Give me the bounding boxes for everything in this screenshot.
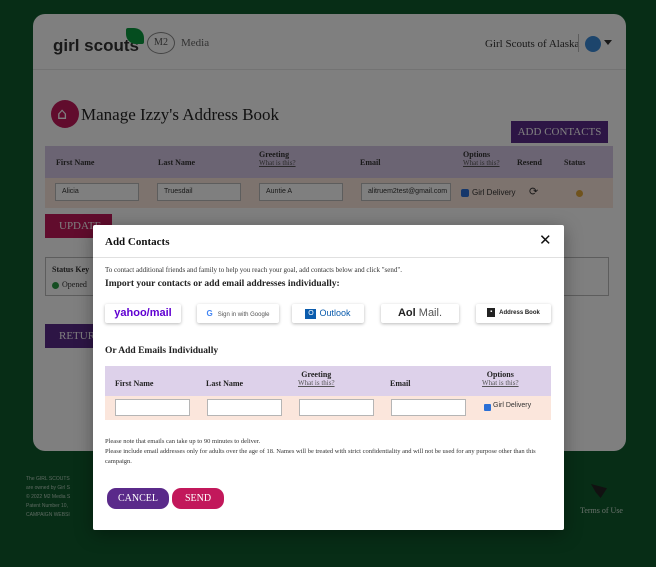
last-name-input[interactable] (207, 399, 282, 416)
options-help-link[interactable]: What is this? (482, 379, 519, 387)
col-options-label: Options (486, 370, 514, 379)
address-book-label: Address Book (499, 310, 540, 316)
modal-intro-text: To contact additional friends and family… (105, 266, 402, 274)
delivery-note: Please note that emails can take up to 9… (105, 438, 261, 445)
google-signin-label: Sign in with Google (217, 312, 270, 318)
close-icon[interactable]: ✕ (539, 231, 552, 249)
greeting-help-link[interactable]: What is this? (298, 379, 335, 387)
aol-mail-button[interactable]: Aol Mail. (381, 304, 459, 323)
book-icon: ▪ (487, 307, 496, 317)
import-heading: Import your contacts or add email addres… (105, 279, 340, 289)
email-input[interactable] (391, 399, 466, 416)
col-first-name: First Name (115, 379, 154, 388)
age-confidentiality-note: Please include email addresses only for … (105, 448, 536, 465)
add-emails-heading: Or Add Emails Individually (105, 346, 219, 356)
new-contact-table-header: First Name Last Name Greeting What is th… (105, 366, 551, 396)
col-greeting-label: Greeting (301, 370, 332, 379)
col-greeting: Greeting What is this? (298, 370, 335, 387)
new-contact-row: Girl Delivery (105, 396, 551, 420)
aol-logo: Aol (397, 307, 416, 319)
address-book-button[interactable]: ▪ Address Book (476, 304, 551, 323)
col-options: Options What is this? (482, 370, 519, 387)
modal-notes: Please note that emails can take up to 9… (105, 437, 555, 467)
modal-title: Add Contacts (105, 236, 170, 248)
col-email: Email (390, 379, 411, 388)
girl-delivery-label: Girl Delivery (493, 402, 532, 409)
google-icon: G (206, 309, 213, 318)
cancel-button[interactable]: CANCEL (107, 488, 169, 509)
col-last-name: Last Name (206, 379, 244, 388)
first-name-input[interactable] (115, 399, 190, 416)
aol-mail-label: Mail. (418, 307, 443, 319)
outlook-icon: O (305, 308, 317, 319)
outlook-button[interactable]: O Outlook (292, 304, 364, 323)
girl-delivery-checkbox[interactable] (484, 404, 491, 411)
send-button[interactable]: SEND (172, 488, 224, 509)
yahoo-mail-button[interactable]: yahoo/mail (105, 304, 181, 323)
outlook-label: Outlook (319, 308, 351, 318)
google-signin-button[interactable]: G Sign in with Google (197, 304, 279, 323)
greeting-input[interactable] (299, 399, 374, 416)
add-contacts-modal: Add Contacts ✕ To contact additional fri… (93, 225, 564, 530)
modal-divider (93, 257, 564, 258)
